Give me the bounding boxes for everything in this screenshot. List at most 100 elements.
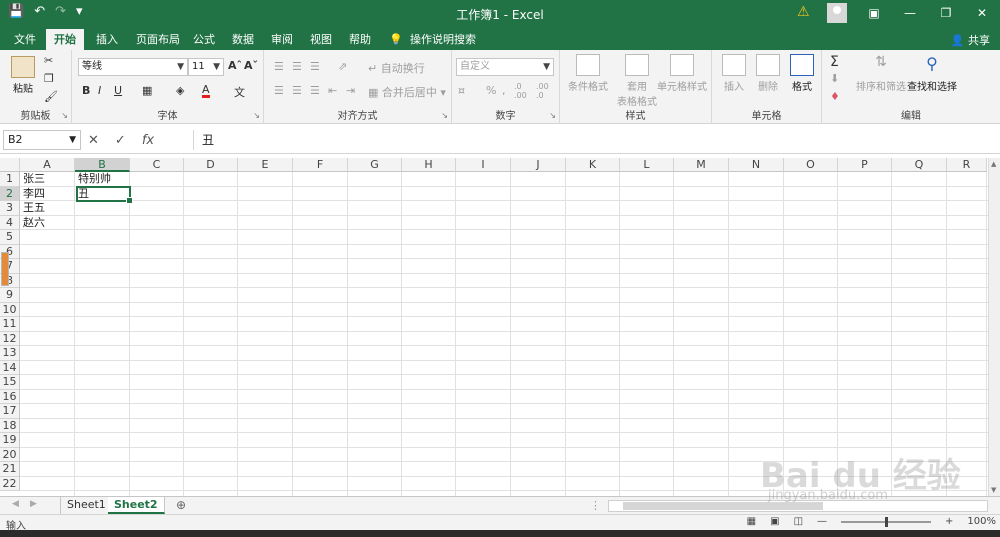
column-header-j[interactable]: J [511,158,566,172]
orientation-icon[interactable]: ⇗ [338,60,347,73]
number-launcher-icon[interactable]: ↘ [549,111,556,120]
font-name-select[interactable]: 等线 ▼ [78,58,188,76]
decrease-decimal-icon[interactable]: .00.0 [536,82,549,100]
minimize-icon[interactable]: — [892,6,928,20]
column-header-n[interactable]: N [729,158,784,172]
borders-icon[interactable]: ▦ [142,84,152,97]
prev-sheet-icon[interactable]: ◀ [12,499,19,509]
enter-icon[interactable]: ✓ [115,133,126,148]
row-header-12[interactable]: 12 [0,331,20,346]
number-format-select[interactable]: 自定义 ▼ [456,58,554,76]
edge-handle[interactable] [1,252,9,286]
tell-me-search[interactable]: 操作说明搜索 [402,29,484,50]
cell-a1[interactable]: 张三 [20,172,45,186]
column-header-p[interactable]: P [838,158,892,172]
vertical-scrollbar[interactable]: ▲ ▼ [988,158,1000,496]
phonetic-icon[interactable]: 文 [234,84,245,100]
cell-styles-button[interactable]: 单元格样式 [656,54,708,93]
column-header-d[interactable]: D [184,158,238,172]
insert-cells-button[interactable]: 插入 [718,54,750,93]
scroll-thumb[interactable] [623,502,823,510]
align-left-icon[interactable]: ☰ [274,84,284,97]
row-header-1[interactable]: 1 [0,172,20,187]
cell-a2[interactable]: 李四 [20,187,45,201]
indent-icon[interactable]: ⇤ [328,84,337,97]
row-header-3[interactable]: 3 [0,201,20,216]
next-sheet-icon[interactable]: ▶ [30,499,37,509]
row-header-17[interactable]: 17 [0,404,20,419]
copy-icon[interactable]: ❐ [44,72,54,85]
font-size-select[interactable]: 11 ▼ [188,58,224,76]
tab-formulas[interactable]: 公式 [185,29,223,50]
page-break-view-icon[interactable]: ◫ [794,516,803,527]
column-header-l[interactable]: L [620,158,674,172]
font-color-icon[interactable]: A [202,84,210,98]
normal-view-icon[interactable]: ▦ [747,516,756,527]
split-handle-icon[interactable]: ⋮ [590,499,601,512]
tab-page-layout[interactable]: 页面布局 [128,29,188,50]
column-header-o[interactable]: O [784,158,838,172]
row-header-18[interactable]: 18 [0,418,20,433]
add-sheet-icon[interactable]: ⊕ [176,498,186,512]
conditional-format-button[interactable]: 条件格式 [564,54,612,93]
cut-icon[interactable]: ✂ [44,54,53,67]
align-center-icon[interactable]: ☰ [292,84,302,97]
row-header-10[interactable]: 10 [0,302,20,317]
scroll-down-icon[interactable]: ▼ [991,486,996,494]
tab-help[interactable]: 帮助 [341,29,379,50]
zoom-in-icon[interactable]: + [945,516,953,527]
zoom-out-icon[interactable]: — [817,516,827,527]
tab-data[interactable]: 数据 [224,29,262,50]
active-cell-border[interactable] [76,186,133,204]
format-as-table-button[interactable]: 套用 表格格式 [614,54,660,108]
outdent-icon[interactable]: ⇥ [346,84,355,97]
tab-review[interactable]: 审阅 [263,29,301,50]
fill-color-icon[interactable]: ◈ [176,84,184,97]
increase-decimal-icon[interactable]: .0.00 [514,82,527,100]
row-header-5[interactable]: 5 [0,230,20,245]
sheet-tab-sheet1[interactable]: Sheet1 [60,497,113,514]
row-header-21[interactable]: 21 [0,462,20,477]
column-header-i[interactable]: I [456,158,511,172]
tab-insert[interactable]: 插入 [88,29,126,50]
insert-function-icon[interactable]: fx [142,133,154,148]
avatar[interactable] [827,3,847,23]
italic-icon[interactable]: I [98,84,101,97]
cell-b1[interactable]: 特别帅 [75,172,111,186]
find-select-button[interactable]: ⚲ 查找和选择 [906,54,958,93]
warning-icon[interactable]: ⚠ [797,4,810,20]
sort-filter-button[interactable]: ⇅ 排序和筛选 [856,54,906,93]
align-bottom-icon[interactable]: ☰ [310,60,320,73]
row-header-22[interactable]: 22 [0,476,20,491]
increase-font-icon[interactable]: Aˆ [228,59,242,72]
clear-icon[interactable]: ♦ [830,90,840,103]
clipboard-launcher-icon[interactable]: ↘ [61,111,68,120]
cell-a4[interactable]: 赵六 [20,216,45,230]
column-header-r[interactable]: R [947,158,987,172]
column-header-a[interactable]: A [20,158,75,172]
tab-home[interactable]: 开始 [46,29,84,50]
share-button[interactable]: 👤 共享 [951,32,990,48]
autosum-icon[interactable]: Σ [830,54,839,70]
page-layout-view-icon[interactable]: ▣ [770,516,779,527]
align-top-icon[interactable]: ☰ [274,60,284,73]
decrease-font-icon[interactable]: Aˇ [244,59,258,72]
column-header-e[interactable]: E [238,158,293,172]
delete-cells-button[interactable]: 删除 [752,54,784,93]
formula-input[interactable]: 丑 [193,130,993,150]
row-header-9[interactable]: 9 [0,288,20,303]
sheet-tab-sheet2[interactable]: Sheet2 [108,497,165,514]
row-header-4[interactable]: 4 [0,215,20,230]
underline-icon[interactable]: U [114,84,122,97]
zoom-slider[interactable] [841,516,932,527]
close-icon[interactable]: ✕ [964,6,1000,20]
scroll-up-icon[interactable]: ▲ [991,160,996,168]
row-header-16[interactable]: 16 [0,389,20,404]
alignment-launcher-icon[interactable]: ↘ [441,111,448,120]
row-header-19[interactable]: 19 [0,433,20,448]
row-header-20[interactable]: 20 [0,447,20,462]
row-header-15[interactable]: 15 [0,375,20,390]
percent-icon[interactable]: % [486,84,496,97]
column-header-c[interactable]: C [130,158,184,172]
fill-icon[interactable]: ⬇ [830,72,839,85]
